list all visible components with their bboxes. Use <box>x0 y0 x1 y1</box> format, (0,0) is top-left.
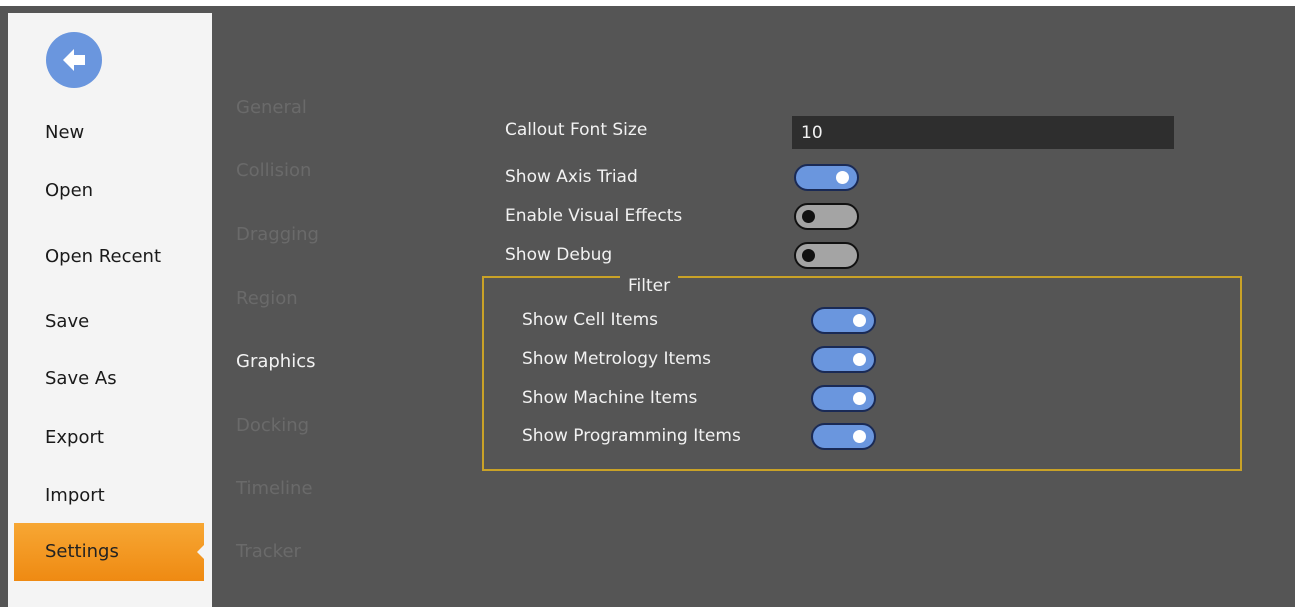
menu-item-export[interactable]: Export <box>8 418 212 458</box>
back-button[interactable] <box>46 32 102 88</box>
show-machine-items-toggle[interactable] <box>811 385 876 412</box>
show-debug-toggle[interactable] <box>794 242 859 269</box>
show-axis-triad-toggle[interactable] <box>794 164 859 191</box>
show-metrology-items-toggle[interactable] <box>811 346 876 373</box>
show-debug-label: Show Debug <box>505 245 613 265</box>
category-collision[interactable]: Collision <box>236 160 311 181</box>
show-machine-items-label: Show Machine Items <box>522 388 698 408</box>
show-programming-items-toggle[interactable] <box>811 423 876 450</box>
menu-item-new[interactable]: New <box>8 113 212 153</box>
toggle-knob <box>853 353 866 366</box>
menu-item-label: Save <box>45 311 90 332</box>
menu-item-label: New <box>45 122 85 143</box>
menu-item-label: Save As <box>45 368 117 389</box>
show-metrology-items-label: Show Metrology Items <box>522 349 712 369</box>
category-tracker[interactable]: Tracker <box>236 541 301 562</box>
toggle-knob <box>853 430 866 443</box>
show-axis-triad-label: Show Axis Triad <box>505 167 638 187</box>
category-docking[interactable]: Docking <box>236 415 309 436</box>
category-dragging[interactable]: Dragging <box>236 224 319 245</box>
toggle-knob <box>802 210 815 223</box>
menu-item-save[interactable]: Save <box>8 302 212 342</box>
menu-item-label: Settings <box>45 541 119 562</box>
enable-visual-effects-label: Enable Visual Effects <box>505 206 683 226</box>
category-general[interactable]: General <box>236 97 307 118</box>
show-programming-items-label: Show Programming Items <box>522 426 741 446</box>
menu-item-label: Export <box>45 427 104 448</box>
menu-item-label: Import <box>45 485 105 506</box>
menu-item-label: Open Recent <box>45 246 162 267</box>
menu-item-import[interactable]: Import <box>8 476 212 516</box>
show-cell-items-toggle[interactable] <box>811 307 876 334</box>
enable-visual-effects-toggle[interactable] <box>794 203 859 230</box>
category-timeline[interactable]: Timeline <box>236 478 313 499</box>
menu-item-settings[interactable]: Settings <box>14 523 205 581</box>
toggle-knob <box>836 171 849 184</box>
arrow-left-circle-icon <box>63 49 85 71</box>
backstage-menu: New Open Open Recent Save Save As Export… <box>8 13 212 607</box>
category-graphics[interactable]: Graphics <box>236 351 316 372</box>
toggle-knob <box>853 314 866 327</box>
menu-item-label: Open <box>45 180 94 201</box>
menu-item-open-recent[interactable]: Open Recent <box>8 237 212 277</box>
menu-item-open[interactable]: Open <box>8 171 212 211</box>
callout-font-size-label: Callout Font Size <box>505 120 648 140</box>
menu-item-save-as[interactable]: Save As <box>8 359 212 399</box>
active-caret-icon <box>197 544 205 560</box>
toggle-knob <box>853 392 866 405</box>
toggle-knob <box>802 249 815 262</box>
filter-group-title: Filter <box>620 276 679 296</box>
callout-font-size-input[interactable] <box>792 116 1174 149</box>
show-cell-items-label: Show Cell Items <box>522 310 659 330</box>
category-region[interactable]: Region <box>236 288 298 309</box>
